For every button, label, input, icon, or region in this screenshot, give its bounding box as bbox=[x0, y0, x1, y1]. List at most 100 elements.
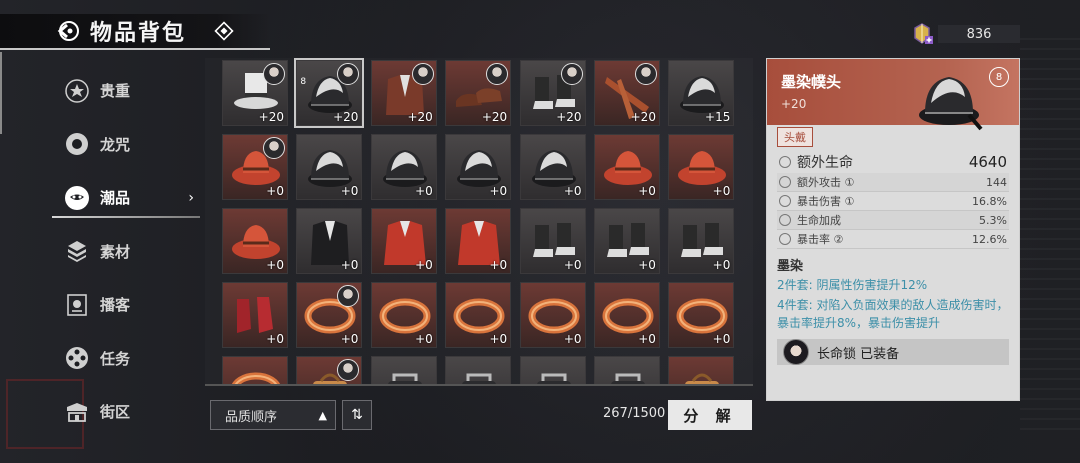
sidebar-item-label: 任务 bbox=[100, 349, 131, 368]
currency-crystal-icon[interactable] bbox=[910, 22, 934, 46]
inventory-slot-helmet[interactable]: +0 bbox=[519, 134, 586, 200]
inventory-capacity: 267/1500 bbox=[603, 406, 666, 421]
item-level: +0 bbox=[340, 332, 359, 346]
inventory-slot-helmet[interactable]: +0 bbox=[296, 134, 363, 200]
mask-icon bbox=[64, 185, 90, 211]
page-title: 物品背包 bbox=[90, 21, 187, 46]
inventory-slot-ring[interactable] bbox=[222, 356, 288, 384]
set-bonus-2pc: 2件套: 阴属性伤害提升12% bbox=[777, 278, 928, 292]
inventory-slot-top-hat[interactable]: +20 bbox=[222, 60, 288, 126]
item-level: +0 bbox=[266, 184, 284, 198]
inventory-slot-helmet[interactable]: +0 bbox=[445, 134, 512, 200]
sidebar-item-fashion[interactable]: 潮品 › bbox=[40, 171, 200, 225]
item-level: +20 bbox=[781, 97, 807, 111]
sub-stat-label-wrap: 暴击率 ② bbox=[779, 231, 843, 247]
item-level: +0 bbox=[340, 258, 359, 272]
sub-stat-label: 暴击率 ② bbox=[797, 233, 844, 246]
sort-dropdown[interactable]: 品质顺序 ▲ bbox=[210, 400, 336, 430]
inventory-slot-black-coat[interactable]: +0 bbox=[296, 208, 363, 274]
purse-icon bbox=[536, 373, 571, 384]
podcast-icon bbox=[64, 292, 90, 318]
equipped-by-text: 长命锁 已装备 bbox=[817, 346, 900, 362]
sub-stat-row: 额外攻击 ① 144 bbox=[777, 173, 1009, 192]
inventory-slot-heels[interactable]: +0 bbox=[222, 282, 288, 348]
item-level: +0 bbox=[415, 258, 433, 272]
inventory-grid: +20 8 +20 +20 +20 +20 +20 +15 +0 +0 +0 +0 +0 +0 +0 +0 +0… bbox=[222, 58, 735, 384]
inventory-grid-viewport[interactable]: +20 8 +20 +20 +20 +20 +20 +15 +0 +0 +0 +0 +0 +0 +0 +0 +0… bbox=[205, 58, 753, 384]
ring-icon bbox=[64, 131, 90, 157]
inventory-slot-boots[interactable]: +0 bbox=[668, 208, 735, 274]
lock-icon: 8 bbox=[300, 77, 307, 87]
inventory-slot-purse[interactable] bbox=[593, 356, 660, 384]
inventory-slot-ring[interactable]: +0 bbox=[445, 282, 512, 348]
sidebar-item-materials[interactable]: 素材 bbox=[40, 225, 200, 279]
inventory-slot-jacket[interactable]: +20 bbox=[370, 60, 437, 126]
item-detail-panel: 墨染幞头 +20 8 头戴 额外生命 4640 额外攻击 ① 144 暴击伤害 bbox=[766, 58, 1020, 401]
inventory-slot-ring[interactable]: +0 bbox=[593, 282, 660, 348]
main-stat-row: 额外生命 4640 bbox=[777, 151, 1009, 173]
inventory-slot-bag[interactable] bbox=[296, 356, 363, 384]
inventory-slot-scarf[interactable]: +20 bbox=[593, 60, 660, 126]
sidebar-item-district[interactable]: 街区 bbox=[40, 385, 200, 439]
inventory-slot-ring[interactable]: +0 bbox=[668, 282, 735, 348]
chevron-right-icon: › bbox=[188, 189, 194, 206]
inventory-slot-purse[interactable] bbox=[445, 356, 512, 384]
character-portrait-icon bbox=[263, 137, 285, 159]
bag-icon bbox=[685, 373, 720, 384]
sidebar-item-tasks[interactable]: 任务 bbox=[40, 332, 200, 386]
inventory-slot-helmet[interactable]: 8 +20 bbox=[294, 58, 365, 128]
sidebar-item-dragon-curse[interactable]: 龙咒 bbox=[40, 118, 200, 172]
sub-stats-list: 额外攻击 ① 144 暴击伤害 ① 16.8% 生命加成 5.3% 暴击率 ② … bbox=[777, 173, 1009, 249]
inventory-slot-ring[interactable]: +0 bbox=[519, 282, 586, 348]
inventory-slot-bag[interactable] bbox=[668, 356, 735, 384]
inventory-slot-boots[interactable]: +20 bbox=[519, 60, 586, 126]
inventory-slot-boots[interactable]: +0 bbox=[593, 208, 660, 274]
sidebar-item-valuables[interactable]: 贵重 bbox=[40, 64, 200, 118]
purse-icon bbox=[387, 373, 422, 384]
item-level: +0 bbox=[563, 184, 582, 198]
back-arrow-icon[interactable] bbox=[54, 16, 84, 46]
item-level: +20 bbox=[407, 110, 433, 124]
sub-stat-value: 16.8% bbox=[972, 194, 1007, 208]
inventory-slot-red-coat[interactable]: +0 bbox=[370, 208, 437, 274]
inventory-slot-purse[interactable] bbox=[519, 356, 586, 384]
lock-icon[interactable]: 8 bbox=[989, 67, 1009, 87]
inventory-slot-helmet[interactable]: +0 bbox=[370, 134, 437, 200]
main-stat-value: 4640 bbox=[968, 153, 1007, 171]
inventory-slot-boots[interactable]: +0 bbox=[519, 208, 586, 274]
inventory-slot-shoes-brown[interactable]: +20 bbox=[445, 60, 512, 126]
sub-stat-row: 生命加成 5.3% bbox=[777, 211, 1009, 230]
sort-order-toggle-button[interactable]: ⇅ bbox=[342, 400, 372, 430]
street-icon bbox=[64, 399, 90, 425]
sidebar-item-label: 播客 bbox=[100, 296, 131, 315]
item-level: +0 bbox=[415, 184, 433, 198]
grid-scrollbar[interactable] bbox=[205, 384, 753, 386]
inventory-slot-red-hat[interactable]: +0 bbox=[593, 134, 660, 200]
inventory-slot-red-coat[interactable]: +0 bbox=[445, 208, 512, 274]
star-badge-icon bbox=[64, 78, 90, 104]
inventory-slot-ring[interactable]: +0 bbox=[296, 282, 363, 348]
inventory-slot-helmet[interactable]: +15 bbox=[668, 60, 735, 126]
inventory-slot-red-hat[interactable]: +0 bbox=[668, 134, 735, 200]
sword-icon bbox=[779, 176, 791, 188]
equipped-by-row[interactable]: 长命锁 已装备 bbox=[777, 339, 1009, 365]
inventory-slot-purse[interactable] bbox=[370, 356, 437, 384]
currency-display: 836 bbox=[910, 22, 1020, 46]
decompose-button[interactable]: 分 解 bbox=[668, 400, 752, 430]
inventory-slot-ring[interactable]: +0 bbox=[370, 282, 437, 348]
item-level: +0 bbox=[340, 184, 359, 198]
item-level: +0 bbox=[638, 184, 656, 198]
item-level: +0 bbox=[489, 184, 508, 198]
sidebar-item-label: 贵重 bbox=[100, 82, 131, 101]
sidebar-edge-marker bbox=[0, 52, 6, 134]
ring-icon bbox=[232, 372, 280, 384]
inventory-slot-red-hat[interactable]: +0 bbox=[222, 134, 288, 200]
sub-stat-label-wrap: 额外攻击 ① bbox=[779, 174, 854, 190]
purse-icon bbox=[462, 373, 497, 384]
inventory-slot-red-hat[interactable]: +0 bbox=[222, 208, 288, 274]
item-level: +0 bbox=[712, 332, 731, 346]
item-level: +0 bbox=[712, 258, 731, 272]
sidebar-item-podcast[interactable]: 播客 bbox=[40, 278, 200, 332]
item-level: +20 bbox=[630, 110, 656, 124]
item-level: +20 bbox=[258, 110, 284, 124]
